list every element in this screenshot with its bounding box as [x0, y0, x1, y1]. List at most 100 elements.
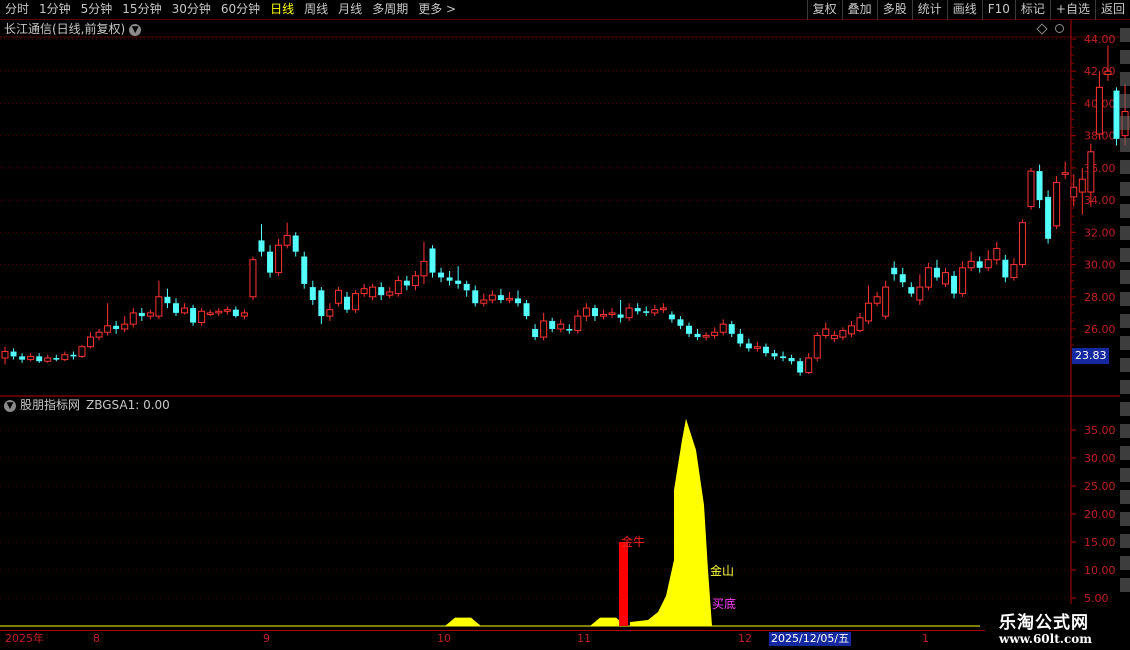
candle-body: [36, 356, 43, 362]
indicator-axis-label: 30.00: [1084, 452, 1116, 465]
candle-body: [625, 307, 633, 319]
candle-body: [753, 346, 761, 349]
candle-body: [924, 267, 932, 288]
candle-body: [146, 312, 154, 317]
candle-body: [446, 277, 453, 281]
candle-body: [121, 323, 129, 330]
candle-body: [352, 293, 360, 311]
candle-body: [984, 259, 992, 269]
candle-body: [856, 317, 864, 332]
signal-gold-bull: 金牛: [621, 535, 646, 549]
candle-body: [711, 331, 719, 336]
info-panel-glyph: [1120, 138, 1130, 152]
candle-body: [976, 261, 983, 268]
price-axis-label: 34.00: [1084, 194, 1116, 207]
candle-body: [155, 296, 163, 317]
candle-body: [549, 320, 556, 329]
candle-body: [967, 260, 975, 269]
candle-body: [839, 330, 847, 338]
candle-body: [275, 244, 283, 274]
candle-body: [206, 312, 214, 315]
signal-buy-bottom: 买底: [712, 597, 737, 611]
indicator-axis-label: 15.00: [1084, 536, 1116, 549]
info-panel-glyph: [1120, 160, 1130, 174]
info-panel-glyph: [1120, 116, 1130, 130]
candle-body: [1036, 171, 1043, 201]
indicator-axis-label: 20.00: [1084, 508, 1116, 521]
candle-body: [686, 325, 692, 334]
candle-body: [129, 312, 137, 325]
candle-body: [505, 297, 513, 301]
candle-body: [1078, 178, 1086, 193]
date-label: 12: [738, 632, 752, 645]
candle-body: [702, 334, 710, 338]
candle-body: [455, 280, 462, 284]
watermark: 乐淘公式网 www.60lt.com: [985, 604, 1130, 650]
candle-body: [933, 267, 940, 278]
candle-body: [617, 314, 624, 318]
candle-body: [574, 315, 582, 332]
info-panel-glyph: [1120, 94, 1130, 108]
candle-body: [942, 272, 949, 285]
candle-body: [438, 272, 445, 278]
candle-body: [959, 267, 967, 295]
candle-body: [566, 329, 573, 331]
indicator-title-bar: ▼ 股朋指标网 ZBGSA1: 0.00: [4, 397, 170, 413]
candle-body: [608, 312, 616, 315]
date-label: 8: [93, 632, 100, 645]
indicator-bump: [445, 617, 481, 626]
info-panel-glyph: [1120, 578, 1130, 592]
candle-body: [805, 357, 813, 373]
candle-body: [360, 288, 368, 295]
indicator-name: 股朋指标网: [20, 398, 81, 412]
candle-body: [951, 275, 958, 294]
chevron-down-icon[interactable]: ▼: [4, 399, 16, 412]
indicator-mountain: [630, 418, 712, 626]
info-panel-glyph: [1120, 28, 1130, 42]
candle-body: [719, 323, 727, 333]
signal-gold-mountain: 金山: [710, 564, 735, 578]
candle-body: [659, 307, 667, 311]
candle-body: [173, 303, 179, 313]
candle-body: [378, 287, 385, 296]
watermark-title: 乐淘公式网: [999, 613, 1089, 633]
candle-body: [582, 307, 590, 317]
candle-body: [61, 354, 69, 361]
candle-body: [164, 296, 171, 304]
candle-body: [113, 325, 120, 329]
candle-body: [1087, 151, 1095, 193]
candle-body: [600, 314, 607, 317]
candle-body: [745, 343, 752, 349]
candle-body: [326, 309, 334, 317]
info-panel-glyph: [1120, 512, 1130, 526]
info-panel-glyph: [1120, 292, 1130, 306]
candle-body: [411, 275, 419, 287]
candle-body: [1053, 181, 1061, 227]
candle-body: [249, 259, 257, 298]
candle-body: [198, 310, 206, 324]
price-axis-label: 44.00: [1084, 33, 1116, 46]
info-panel-glyph: [1120, 336, 1130, 350]
candle-body: [1070, 186, 1078, 198]
candle-body: [190, 308, 197, 323]
candle-body: [10, 351, 17, 357]
candle-body: [70, 354, 77, 357]
info-panel-glyph: [1120, 204, 1130, 218]
candle-body: [591, 308, 598, 317]
candle-body: [19, 356, 26, 360]
info-panel-glyph: [1120, 358, 1130, 372]
candle-body: [830, 334, 838, 340]
candle-body: [873, 296, 881, 304]
candle-body: [87, 336, 94, 348]
candle-body: [309, 287, 316, 300]
candle-body: [1018, 222, 1026, 266]
candle-body: [643, 311, 650, 313]
candle-body: [53, 358, 60, 360]
candle-body: [891, 267, 898, 275]
candle-body: [780, 356, 787, 358]
info-panel-glyph: [1120, 182, 1130, 196]
date-axis: 2025年 8 9 10 11 12 2025/12/05/五 1: [0, 630, 1072, 646]
indicator-value: ZBGSA1: 0.00: [86, 398, 170, 412]
info-panel-glyph: [1120, 424, 1130, 438]
candle-body: [916, 286, 924, 301]
